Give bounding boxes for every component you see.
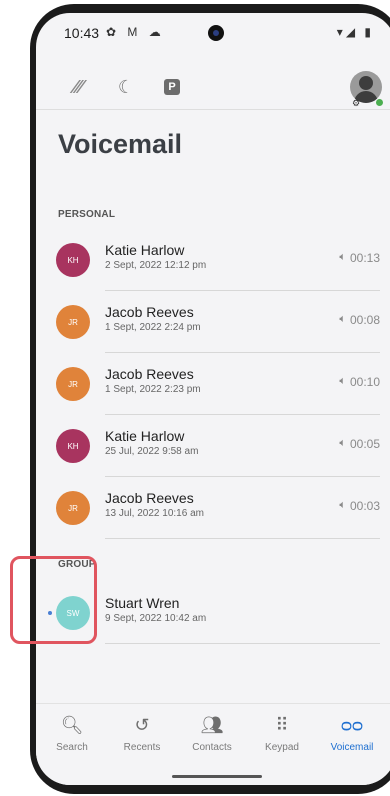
voicemail-row[interactable]: JR Jacob Reeves 1 Sept, 2022 2:23 pm 🔈︎ 00:1…	[36, 353, 390, 415]
tab-recents[interactable]: ↺ Recents	[112, 712, 172, 753]
tab-label: Keypad	[265, 742, 299, 753]
voicemail-duration: 00:10	[349, 375, 380, 389]
voicemail-date: 13 Jul, 2022 10:16 am	[105, 508, 204, 519]
tab-search[interactable]: 🔍︎ Search	[42, 712, 102, 753]
voicemail-row[interactable]: KH Katie Harlow 25 Jul, 2022 9:58 am 🔈︎ 00:0…	[36, 415, 390, 477]
top-toolbar: ⁄⁄⁄ ☾ P ⚙	[36, 65, 390, 111]
signal-battery-icons: ▾◢ ▮	[336, 25, 374, 39]
tab-label: Recents	[123, 742, 161, 753]
speaker-icon[interactable]: 🔈︎	[339, 437, 346, 450]
caller-name: Stuart Wren	[105, 595, 180, 611]
search-icon: 🔍︎	[60, 715, 84, 735]
speaker-icon[interactable]: 🔈︎	[339, 251, 346, 264]
moon-icon[interactable]: ☾	[114, 75, 138, 99]
presence-indicator	[375, 98, 384, 107]
section-label-personal: PERSONAL	[58, 209, 116, 220]
avatar: JR	[56, 367, 90, 401]
caller-name: Katie Harlow	[105, 428, 185, 444]
caller-name: Jacob Reeves	[105, 304, 194, 320]
voicemail-duration: 00:03	[349, 499, 380, 513]
voicemail-duration: 00:05	[349, 437, 380, 451]
gear-icon: ⚙	[352, 98, 361, 108]
keypad-icon: ⠿	[275, 715, 289, 735]
voicemail-row[interactable]: KH Katie Harlow 2 Sept, 2022 12:12 pm 🔈︎ 00:…	[36, 229, 390, 291]
tab-voicemail[interactable]: ᴑᴑ Voicemail	[322, 712, 382, 753]
voicemail-date: 1 Sept, 2022 2:23 pm	[105, 384, 201, 395]
page-title: Voicemail	[58, 129, 183, 159]
tab-label: Contacts	[192, 742, 232, 753]
app-logo-icon[interactable]: ⁄⁄⁄	[66, 75, 90, 99]
row-divider	[105, 643, 380, 644]
history-icon: ↺	[134, 715, 150, 735]
avatar: JR	[56, 305, 90, 339]
voicemail-row[interactable]: JR Jacob Reeves 1 Sept, 2022 2:24 pm 🔈︎ 00:0…	[36, 291, 390, 353]
caller-name: Jacob Reeves	[105, 490, 194, 506]
voicemail-date: 25 Jul, 2022 9:58 am	[105, 446, 199, 457]
parking-icon[interactable]: P	[160, 75, 184, 99]
app-screen: 10:43 ✿ M ☁ ▾◢ ▮ ⁄⁄⁄ ☾ P ⚙ Voicemail PER…	[36, 13, 390, 785]
tab-label: Voicemail	[330, 742, 374, 753]
row-divider	[105, 538, 380, 539]
voicemail-duration: 00:08	[349, 313, 380, 327]
voicemail-icon: ᴑᴑ	[341, 715, 363, 735]
voicemail-row[interactable]: JR Jacob Reeves 13 Jul, 2022 10:16 am 🔈︎ 00:…	[36, 477, 390, 539]
avatar: KH	[56, 429, 90, 463]
notification-icons: ✿ M ☁	[106, 25, 165, 39]
home-indicator[interactable]	[172, 775, 262, 778]
caller-name: Jacob Reeves	[105, 366, 194, 382]
voicemail-date: 1 Sept, 2022 2:24 pm	[105, 322, 201, 333]
voicemail-date: 2 Sept, 2022 12:12 pm	[105, 260, 207, 271]
speaker-icon[interactable]: 🔈︎	[339, 375, 346, 388]
tab-keypad[interactable]: ⠿ Keypad	[252, 712, 312, 753]
tab-contacts[interactable]: 👥︎ Contacts	[182, 712, 242, 753]
status-time: 10:43	[64, 25, 100, 41]
highlight-box	[10, 556, 97, 644]
camera-cutout	[208, 25, 224, 41]
speaker-icon[interactable]: 🔈︎	[339, 499, 346, 512]
bottom-nav: 🔍︎ Search ↺ Recents 👥︎ Contacts ⠿ Keypad ᴑᴑ Voice…	[36, 703, 390, 785]
speaker-icon[interactable]: 🔈︎	[339, 313, 346, 326]
avatar: KH	[56, 243, 90, 277]
tab-label: Search	[56, 742, 88, 753]
voicemail-date: 9 Sept, 2022 10:42 am	[105, 613, 207, 624]
voicemail-duration: 00:13	[349, 251, 380, 265]
toolbar-divider	[36, 109, 390, 110]
avatar: JR	[56, 491, 90, 525]
contacts-icon: 👥︎	[200, 715, 224, 735]
status-bar: 10:43 ✿ M ☁ ▾◢ ▮	[36, 13, 390, 51]
caller-name: Katie Harlow	[105, 242, 185, 258]
